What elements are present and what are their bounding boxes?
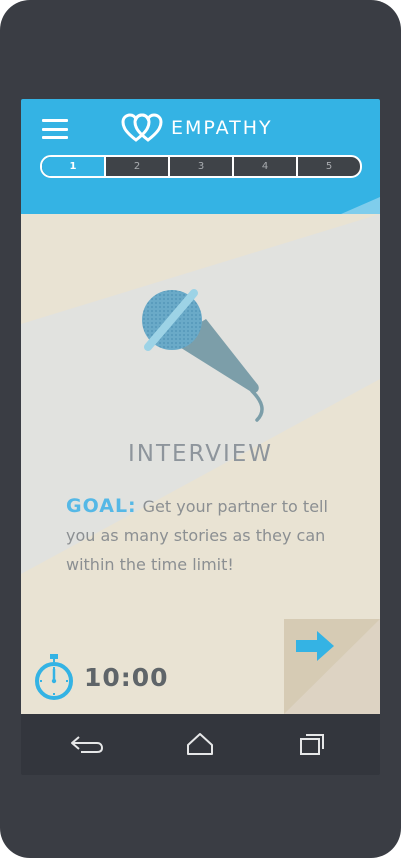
step-5[interactable]: 5 — [296, 157, 360, 176]
hamburger-menu-icon[interactable] — [42, 119, 68, 139]
right-arrow-icon — [296, 631, 334, 661]
double-heart-logo-icon — [121, 113, 163, 142]
recent-apps-icon — [300, 734, 324, 755]
back-icon — [71, 736, 104, 753]
goal-description: GOAL: Get your partner to tell you as man… — [66, 492, 356, 579]
android-nav-bar — [21, 714, 380, 775]
app-logo: EMPATHY — [121, 113, 273, 143]
step-1[interactable]: 1 — [42, 157, 104, 176]
app-header: EMPATHY 1 2 3 4 5 — [21, 99, 380, 214]
step-3[interactable]: 3 — [168, 157, 232, 176]
next-button[interactable] — [284, 619, 380, 714]
home-button[interactable] — [179, 730, 221, 758]
app-screen: EMPATHY 1 2 3 4 5 INTERVIEW GOAL: Get yo… — [21, 99, 380, 775]
step-4[interactable]: 4 — [232, 157, 296, 176]
progress-steps: 1 2 3 4 5 — [40, 155, 362, 178]
activity-title: INTERVIEW — [127, 441, 274, 467]
phone-frame: EMPATHY 1 2 3 4 5 INTERVIEW GOAL: Get yo… — [0, 0, 401, 858]
step-2[interactable]: 2 — [104, 157, 168, 176]
stopwatch-icon — [35, 654, 73, 700]
home-icon — [187, 733, 213, 755]
back-button[interactable] — [66, 730, 108, 758]
countdown-timer: 10:00 — [34, 651, 169, 703]
goal-label: GOAL: — [66, 495, 137, 517]
app-title: EMPATHY — [171, 117, 273, 139]
activity-card: INTERVIEW GOAL: Get your partner to tell … — [21, 214, 380, 714]
microphone-icon — [142, 289, 264, 422]
recent-apps-button[interactable] — [291, 730, 333, 758]
timer-value: 10:00 — [84, 662, 169, 692]
